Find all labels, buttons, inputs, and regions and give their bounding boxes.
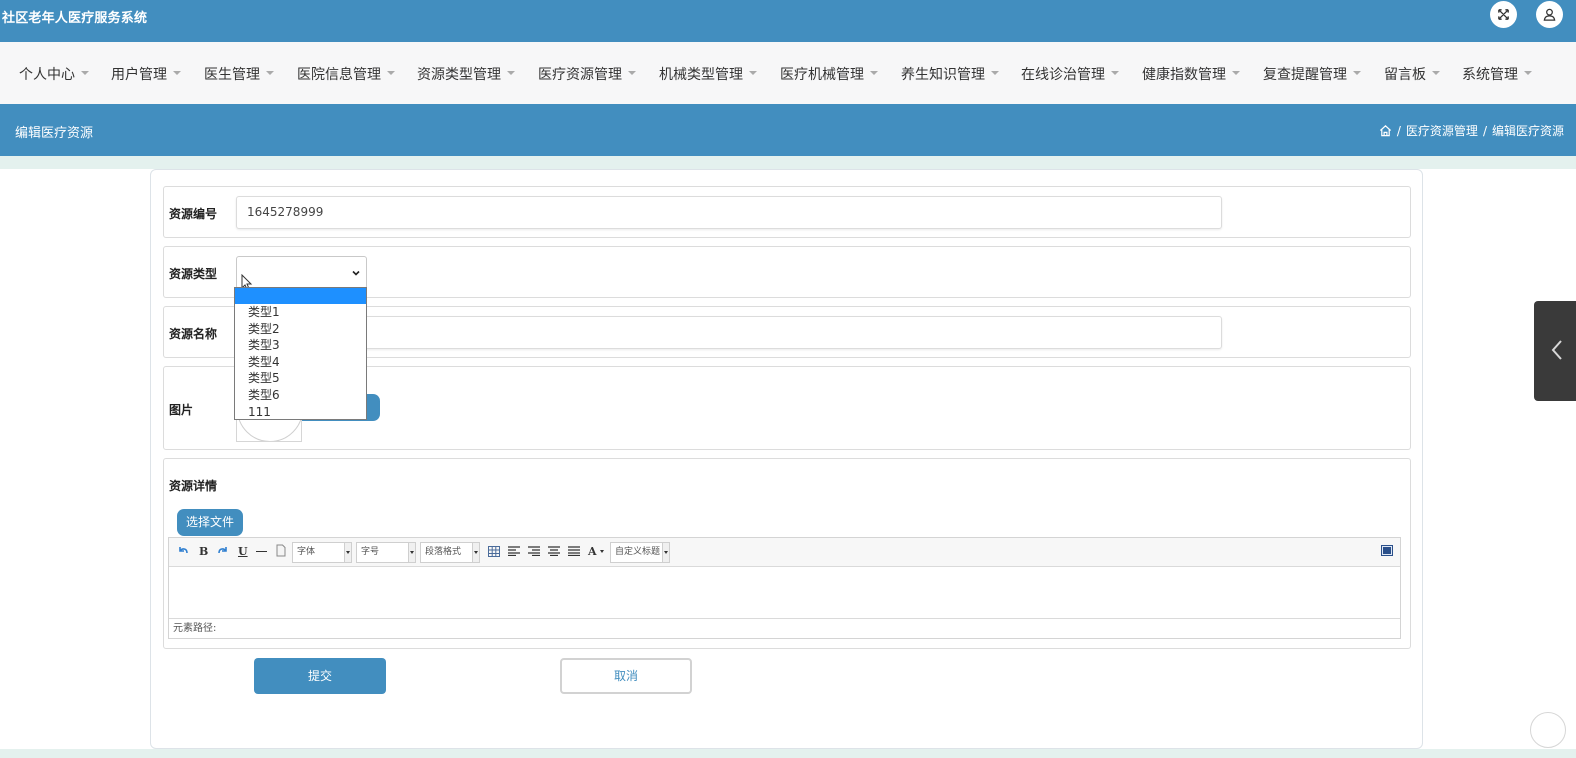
rich-text-editor: B U 字体 字号 段落格式 A 自定义标题 元素路径: bbox=[168, 537, 1401, 639]
form-row-detail: 资源详情 选择文件 B U 字体 字号 段落格式 A 自定义标题 元素路径: bbox=[163, 458, 1411, 649]
dropdown-option[interactable]: 类型4 bbox=[235, 354, 366, 371]
fullscreen-editor-icon[interactable] bbox=[1381, 545, 1393, 556]
dropdown-option[interactable]: 类型2 bbox=[235, 321, 366, 338]
nav-item-online-diagnosis[interactable]: 在线诊治管理 bbox=[1021, 64, 1119, 84]
submit-button[interactable]: 提交 bbox=[254, 658, 386, 694]
redo-icon[interactable] bbox=[217, 545, 229, 557]
dropdown-arrow-icon bbox=[408, 542, 416, 563]
align-left-icon[interactable] bbox=[508, 546, 520, 556]
caret-down-icon bbox=[1232, 71, 1240, 75]
breadcrumb-item-current: 编辑医疗资源 bbox=[1491, 124, 1564, 138]
custom-title-select[interactable]: 自定义标题 bbox=[610, 542, 670, 563]
chevron-left-icon bbox=[1551, 340, 1562, 360]
dropdown-arrow-icon bbox=[344, 542, 352, 563]
cancel-button[interactable]: 取消 bbox=[560, 658, 692, 694]
nav-item-message-board[interactable]: 留言板 bbox=[1384, 64, 1440, 84]
nav-item-machine-type[interactable]: 机械类型管理 bbox=[659, 64, 757, 84]
editor-toolbar: B U 字体 字号 段落格式 A 自定义标题 bbox=[169, 538, 1400, 567]
nav-item-user-management[interactable]: 用户管理 bbox=[111, 64, 181, 84]
form-row-resource-no: 资源编号 1645278999 bbox=[163, 186, 1411, 238]
resource-type-dropdown-list: 类型1 类型2 类型3 类型4 类型5 类型6 111 bbox=[234, 287, 367, 420]
font-family-select[interactable]: 字体 bbox=[292, 542, 352, 563]
caret-down-icon bbox=[266, 71, 274, 75]
document-icon[interactable] bbox=[276, 544, 286, 557]
page-title: 编辑医疗资源 bbox=[15, 126, 94, 141]
floating-circle-button[interactable] bbox=[1530, 712, 1566, 748]
nav-item-system-management[interactable]: 系统管理 bbox=[1462, 64, 1532, 84]
caret-down-icon bbox=[507, 71, 515, 75]
fullscreen-icon bbox=[1498, 9, 1509, 20]
caret-down-icon bbox=[173, 71, 181, 75]
caret-down-icon bbox=[387, 71, 395, 75]
nav-item-health-index[interactable]: 健康指数管理 bbox=[1142, 64, 1240, 84]
resource-no-input[interactable]: 1645278999 bbox=[236, 196, 1222, 229]
bold-button[interactable]: B bbox=[199, 544, 208, 560]
dropdown-option[interactable]: 111 bbox=[235, 404, 366, 421]
undo-icon[interactable] bbox=[177, 545, 189, 557]
bottom-strip bbox=[0, 749, 1576, 758]
resource-type-label: 资源类型 bbox=[169, 267, 218, 281]
align-right-icon[interactable] bbox=[528, 546, 540, 556]
header-underline bbox=[0, 156, 1576, 169]
font-color-button[interactable]: A bbox=[588, 544, 597, 560]
resource-no-label: 资源编号 bbox=[169, 207, 218, 221]
caret-down-icon bbox=[1524, 71, 1532, 75]
user-button[interactable] bbox=[1536, 1, 1563, 28]
home-icon[interactable] bbox=[1379, 124, 1392, 137]
underline-button[interactable]: U bbox=[238, 544, 248, 560]
dropdown-arrow-icon bbox=[662, 543, 669, 562]
dropdown-option[interactable]: 类型6 bbox=[235, 387, 366, 404]
nav-item-health-knowledge[interactable]: 养生知识管理 bbox=[901, 64, 999, 84]
breadcrumb-separator: / bbox=[1396, 123, 1401, 138]
caret-down-icon bbox=[81, 71, 89, 75]
align-center-icon[interactable] bbox=[548, 546, 560, 556]
caret-down-icon bbox=[1432, 71, 1440, 75]
dropdown-option[interactable]: 类型3 bbox=[235, 337, 366, 354]
caret-down-icon bbox=[628, 71, 636, 75]
nav-item-hospital-info[interactable]: 医院信息管理 bbox=[297, 64, 395, 84]
font-color-dropdown-icon[interactable] bbox=[600, 550, 604, 553]
breadcrumb-item-resource-management[interactable]: 医疗资源管理 bbox=[1406, 122, 1478, 139]
resource-type-select[interactable] bbox=[236, 256, 367, 289]
chevron-down-icon bbox=[352, 270, 360, 276]
nav-item-resource-type[interactable]: 资源类型管理 bbox=[417, 64, 515, 84]
edit-form: 资源编号 1645278999 资源类型 资源名称 图片 资源详情 选择文件 B bbox=[150, 169, 1423, 749]
nav-item-medical-machine[interactable]: 医疗机械管理 bbox=[780, 64, 878, 84]
fullscreen-button[interactable] bbox=[1490, 1, 1517, 28]
caret-down-icon bbox=[870, 71, 878, 75]
paragraph-format-select[interactable]: 段落格式 bbox=[420, 542, 480, 563]
image-label: 图片 bbox=[169, 403, 194, 417]
caret-down-icon bbox=[1353, 71, 1361, 75]
align-justify-icon[interactable] bbox=[568, 546, 580, 556]
nav-item-recheck-reminder[interactable]: 复查提醒管理 bbox=[1263, 64, 1361, 84]
top-bar: 社区老年人医疗服务系统 bbox=[0, 0, 1576, 42]
detail-label: 资源详情 bbox=[169, 479, 218, 493]
nav-item-medical-resource[interactable]: 医疗资源管理 bbox=[538, 64, 636, 84]
resource-name-input[interactable] bbox=[236, 316, 1222, 349]
side-panel-toggle[interactable] bbox=[1534, 301, 1576, 401]
caret-down-icon bbox=[1111, 71, 1119, 75]
breadcrumb-separator: / bbox=[1482, 123, 1487, 138]
page-header: 编辑医疗资源 / 医疗资源管理 / 编辑医疗资源 bbox=[0, 104, 1576, 156]
resource-name-label: 资源名称 bbox=[169, 327, 218, 341]
editor-content-area[interactable] bbox=[169, 567, 1400, 619]
dropdown-arrow-icon bbox=[472, 542, 480, 563]
breadcrumb: / 医疗资源管理 / 编辑医疗资源 bbox=[1379, 122, 1564, 139]
table-icon[interactable] bbox=[488, 546, 500, 557]
font-size-select[interactable]: 字号 bbox=[356, 542, 416, 563]
user-icon bbox=[1543, 8, 1556, 21]
choose-file-button[interactable]: 选择文件 bbox=[177, 509, 243, 536]
element-path-bar: 元素路径: bbox=[169, 618, 1400, 638]
nav-item-personal-center[interactable]: 个人中心 bbox=[19, 64, 89, 84]
caret-down-icon bbox=[749, 71, 757, 75]
app-title: 社区老年人医疗服务系统 bbox=[2, 11, 148, 26]
dropdown-option[interactable]: 类型1 bbox=[235, 304, 366, 321]
horizontal-rule-button[interactable] bbox=[256, 551, 267, 552]
caret-down-icon bbox=[991, 71, 999, 75]
nav-item-doctor-management[interactable]: 医生管理 bbox=[204, 64, 274, 84]
main-nav: 个人中心 用户管理 医生管理 医院信息管理 资源类型管理 医疗资源管理 机械类型… bbox=[0, 42, 1576, 104]
dropdown-option[interactable]: 类型5 bbox=[235, 370, 366, 387]
dropdown-option-empty[interactable] bbox=[235, 288, 366, 304]
